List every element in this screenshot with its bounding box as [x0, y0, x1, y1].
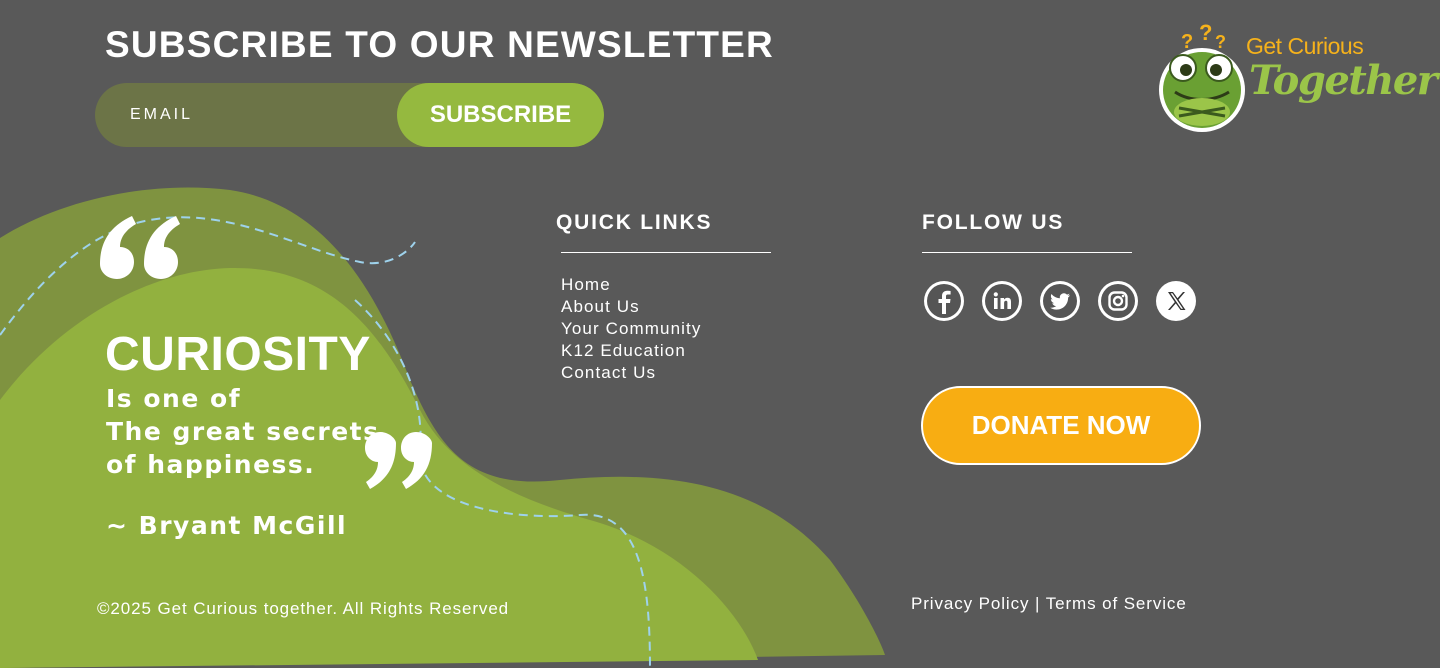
logo-text-line1: Get Curious: [1246, 33, 1364, 59]
quick-link-contact-us[interactable]: Contact Us: [561, 363, 656, 382]
subscribe-button[interactable]: SUBSCRIBE: [397, 83, 604, 147]
quote-author: ~ Bryant McGill: [106, 511, 348, 540]
quick-links-title: QUICK LINKS: [556, 211, 713, 234]
svg-text:?: ?: [1199, 20, 1212, 45]
svg-text:?: ?: [1215, 32, 1226, 52]
quote-line: of happiness.: [106, 450, 316, 479]
quick-link-item: Your Community: [561, 318, 701, 340]
quote-text: Is one of The great secrets of happiness…: [106, 382, 380, 481]
quick-link-item: K12 Education: [561, 340, 701, 362]
quote-headline: CURIOSITY: [105, 328, 371, 381]
terms-of-service-link[interactable]: Terms of Service: [1046, 594, 1187, 613]
linkedin-icon[interactable]: [982, 281, 1022, 321]
quote-line: Is one of: [106, 384, 242, 413]
privacy-policy-link[interactable]: Privacy Policy: [911, 594, 1029, 613]
quick-link-about-us[interactable]: About Us: [561, 297, 640, 316]
x-icon[interactable]: [1156, 281, 1196, 321]
quick-link-your-community[interactable]: Your Community: [561, 319, 701, 338]
newsletter-form: SUBSCRIBE: [95, 83, 604, 147]
site-logo[interactable]: ? ? ? Get Curious Together: [1155, 20, 1438, 135]
twitter-icon[interactable]: [1040, 281, 1080, 321]
frog-mascot-icon: ? ? ?: [1159, 20, 1245, 132]
follow-us-divider: [922, 252, 1132, 253]
copyright-text: ©2025 Get Curious together. All Rights R…: [97, 599, 510, 618]
quick-links-list: Home About Us Your Community K12 Educati…: [561, 274, 701, 384]
quick-link-k12-education[interactable]: K12 Education: [561, 341, 686, 360]
follow-us-title: FOLLOW US: [922, 211, 1065, 234]
email-input[interactable]: [95, 83, 395, 147]
quick-link-home[interactable]: Home: [561, 275, 611, 294]
quick-links-divider: [561, 252, 771, 253]
newsletter-title: SUBSCRIBE TO OUR NEWSLETTER: [105, 24, 774, 65]
facebook-icon[interactable]: [924, 281, 964, 321]
quote-line: The great secrets: [106, 417, 380, 446]
quick-link-item: About Us: [561, 296, 701, 318]
quick-link-item: Contact Us: [561, 362, 701, 384]
open-quote-icon: [100, 216, 180, 279]
donate-now-button[interactable]: DONATE NOW: [921, 386, 1201, 465]
legal-links: Privacy Policy | Terms of Service: [911, 594, 1187, 614]
logo-text-line2: Together: [1249, 57, 1438, 104]
quick-link-item: Home: [561, 274, 701, 296]
legal-separator: |: [1035, 594, 1041, 613]
instagram-icon[interactable]: [1098, 281, 1138, 321]
